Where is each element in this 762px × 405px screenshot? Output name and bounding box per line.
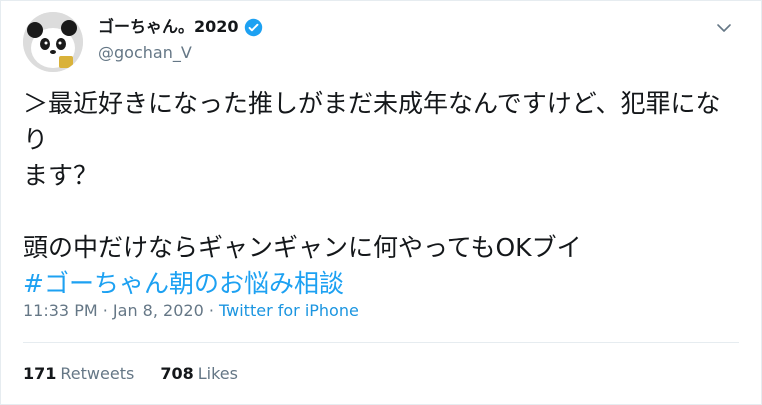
divider xyxy=(23,342,739,343)
tweet-line-1: ＞最近好きになった推しがまだ未成年なんですけど、犯罪になり xyxy=(23,89,721,154)
tweet-text: ＞最近好きになった推しがまだ未成年なんですけど、犯罪になり ます？ 頭の中だけな… xyxy=(23,86,741,302)
likes-label: Likes xyxy=(197,364,238,383)
chevron-down-icon[interactable] xyxy=(712,16,736,40)
likes-count: 708 xyxy=(160,364,194,383)
verified-badge-icon xyxy=(244,18,262,36)
meta-separator: · xyxy=(97,301,113,320)
user-display-name-row[interactable]: ゴーちゃん。2020 xyxy=(98,16,263,38)
avatar[interactable] xyxy=(23,12,83,72)
meta-separator: · xyxy=(203,301,220,320)
retweets-count: 171 xyxy=(23,364,57,383)
tweet-time[interactable]: 11:33 PM xyxy=(23,301,98,320)
tweet-line-2: ます？ xyxy=(23,161,99,190)
display-name[interactable]: ゴーちゃん。2020 xyxy=(98,16,239,38)
likes-stat[interactable]: 708 Likes xyxy=(160,363,238,385)
tweet-line-3: 頭の中だけならギャンギャンに何やってもOKブイ xyxy=(23,233,582,262)
tweet-stats: 171 Retweets 708 Likes xyxy=(23,363,238,385)
tweet-source-link[interactable]: Twitter for iPhone xyxy=(219,301,359,320)
panda-avatar-icon xyxy=(23,12,83,72)
user-handle[interactable]: @gochan_V xyxy=(98,43,192,63)
hashtag-link[interactable]: #ゴーちゃん朝のお悩み相談 xyxy=(23,269,344,298)
retweets-stat[interactable]: 171 Retweets xyxy=(23,363,134,385)
retweets-label: Retweets xyxy=(60,364,135,383)
tweet-meta: 11:33 PM · Jan 8, 2020 · Twitter for iPh… xyxy=(23,300,359,322)
tweet-date[interactable]: Jan 8, 2020 xyxy=(113,301,204,320)
